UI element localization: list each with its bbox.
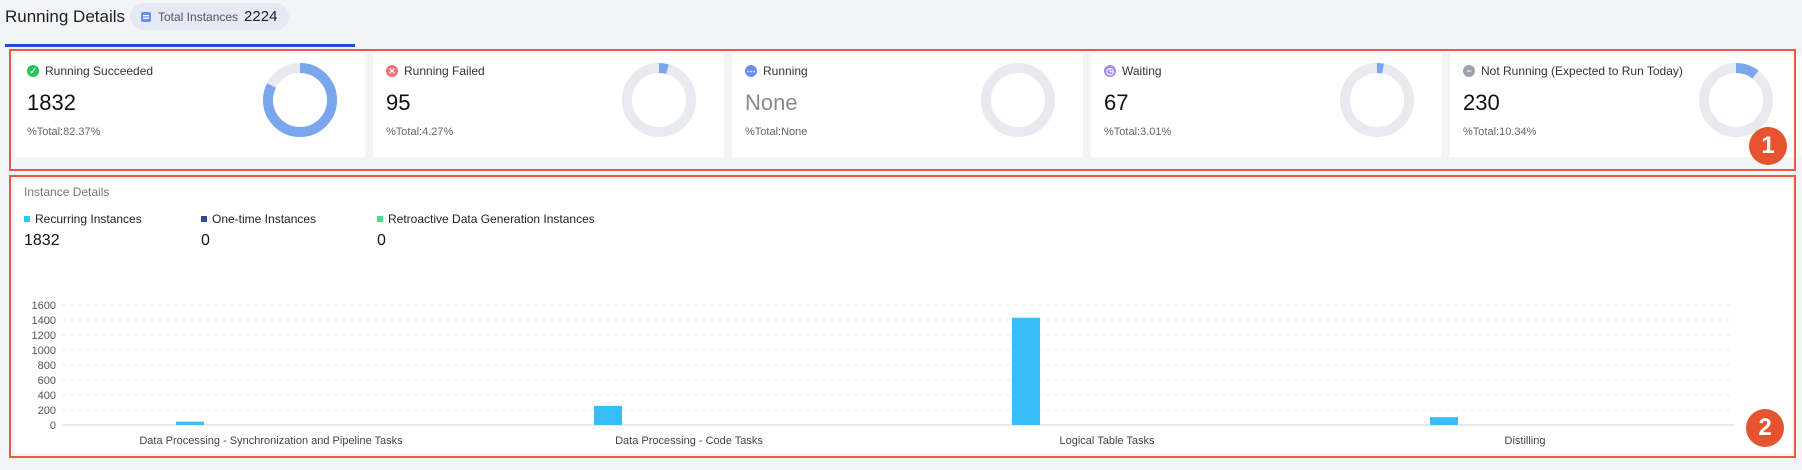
annotation-box-2 [9, 175, 1796, 458]
total-instances-count: 2224 [244, 8, 278, 25]
annotation-box-1 [9, 49, 1796, 171]
total-instances-label: Total Instances [158, 9, 239, 24]
annotation-marker-1: 1 [1749, 127, 1787, 165]
active-tab-indicator [5, 44, 355, 47]
page-title: Running Details [5, 7, 126, 26]
database-icon [141, 11, 151, 22]
page-header: Running Details Total Instances 2224 [0, 0, 1802, 48]
total-instances-badge: Total Instances 2224 [130, 3, 290, 30]
annotation-marker-2: 2 [1746, 409, 1784, 447]
